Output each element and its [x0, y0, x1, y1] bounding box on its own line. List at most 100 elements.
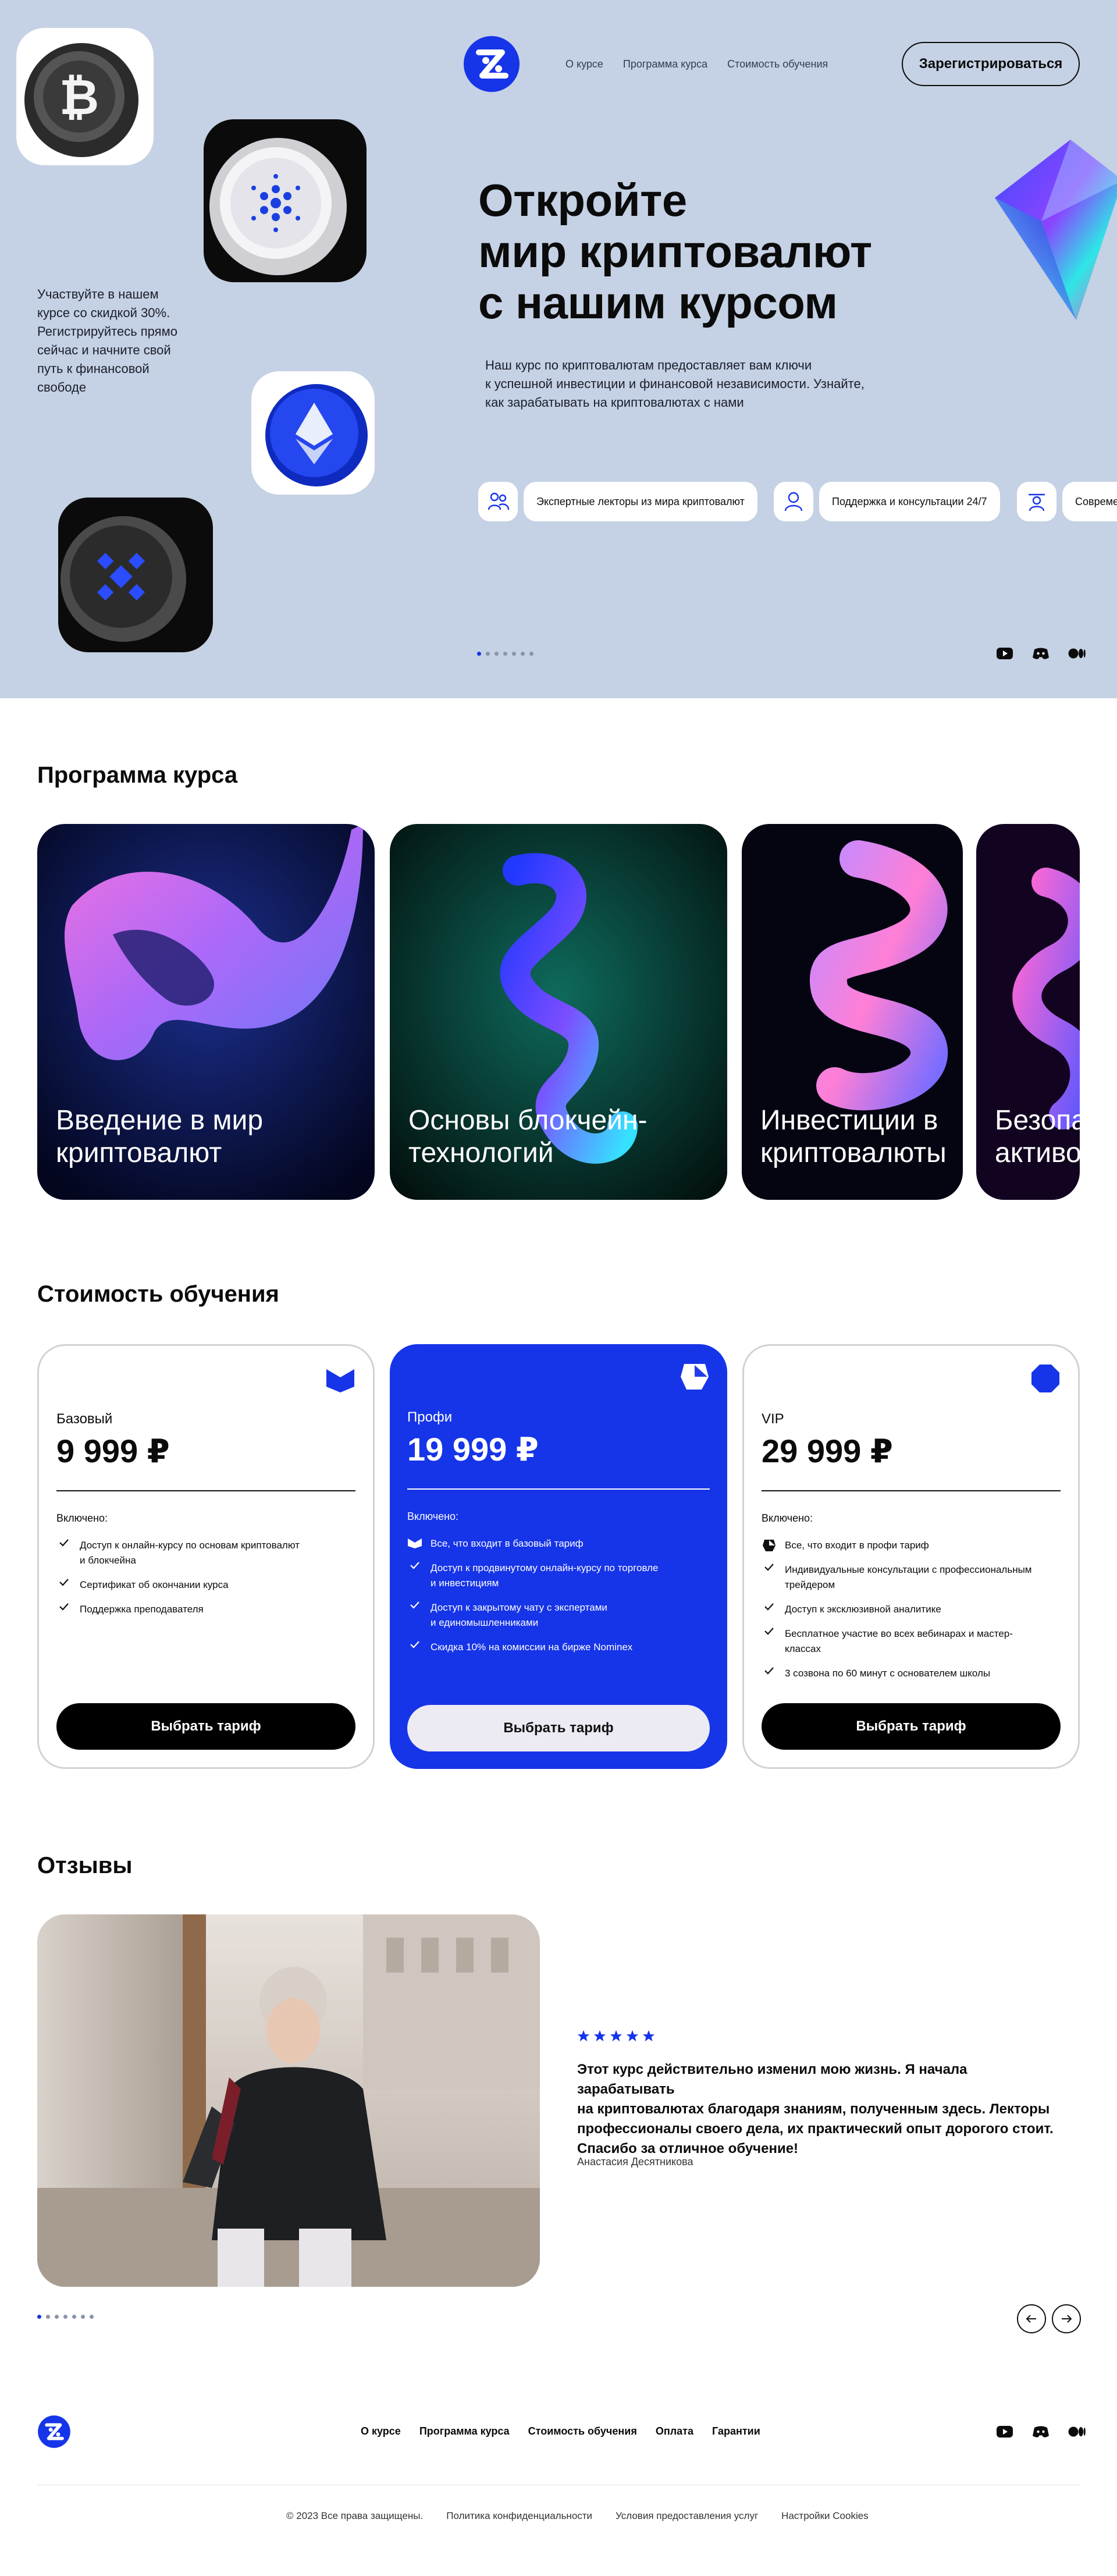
feature-chip-modern: Совреме	[1017, 482, 1117, 521]
footer-logo-icon[interactable]	[37, 2415, 71, 2449]
plan-feature-line: Доступ к онлайн-курсу по основам криптов…	[80, 1540, 300, 1551]
check-icon	[407, 1600, 422, 1630]
plan-feature: Доступ к продвинутому онлайн-курсу по то…	[407, 1561, 710, 1591]
plan-features: Все, что входит в профи тариф Индивидуал…	[762, 1538, 1061, 1690]
plan-feature: Доступ к онлайн-курсу по основам криптов…	[56, 1538, 355, 1568]
course-card-title-line: активо	[995, 1138, 1080, 1168]
course-card[interactable]: Инвестиции в криптовалюты	[742, 824, 963, 1200]
support-icon	[774, 482, 813, 521]
hero-subtitle-line: к успешной инвестиции и финансовой незав…	[485, 376, 865, 391]
plan-badge-icon	[326, 1369, 354, 1392]
hero-title-line: с нашим курсом	[478, 277, 838, 328]
nav-item-pricing[interactable]: Стоимость обучения	[727, 58, 828, 70]
course-card-title-line: криптовалюты	[760, 1138, 947, 1168]
price-card-pro: Профи 19 999 ₽ Включено: Все, что входит…	[390, 1344, 727, 1769]
plan-feature: Все, что входит в профи тариф	[762, 1538, 1061, 1553]
hero-subtitle-line: как зарабатывать на криптовалютах с нами	[485, 395, 744, 410]
footer-nav-guarantees[interactable]: Гарантии	[712, 2425, 760, 2438]
plan-feature-line: Все, что входит в профи тариф	[785, 1540, 929, 1551]
footer-nav-pricing[interactable]: Стоимость обучения	[528, 2425, 637, 2438]
course-card[interactable]: Безопа активо	[976, 824, 1080, 1200]
register-button[interactable]: Зарегистрироваться	[902, 42, 1080, 86]
prev-review-button[interactable]	[1017, 2304, 1046, 2333]
course-card-title-line: Основы блокчейн-	[408, 1105, 648, 1136]
divider	[407, 1488, 710, 1490]
copyright-text: © 2023 Все права защищены.	[286, 2510, 424, 2521]
check-icon	[762, 1626, 777, 1657]
footer-nav-about[interactable]: О курсе	[361, 2425, 401, 2438]
slider-dot[interactable]	[72, 2315, 76, 2319]
plan-feature: Сертификат об окончании курса	[56, 1577, 355, 1593]
plan-feature-line: трейдером	[785, 1579, 835, 1590]
choose-plan-button[interactable]: Выбрать тариф	[56, 1703, 355, 1750]
bitcoin-coin: ₿	[16, 28, 154, 165]
slider-dot[interactable]	[55, 2315, 59, 2319]
cookie-settings-link[interactable]: Настройки Cookies	[781, 2510, 869, 2522]
plan-feature: Индивидуальные консультации с профессион…	[762, 1562, 1061, 1593]
star-icon	[577, 2030, 590, 2042]
slider-dot[interactable]	[37, 2315, 41, 2319]
hero-slider-dots[interactable]	[477, 652, 533, 656]
included-label: Включено:	[762, 1512, 813, 1524]
plan-feature-line: Индивидуальные консультации с профессион…	[785, 1564, 1032, 1575]
discord-icon[interactable]	[1032, 2425, 1050, 2438]
nav-item-about[interactable]: О курсе	[565, 58, 603, 70]
next-review-button[interactable]	[1052, 2304, 1081, 2333]
privacy-policy-link[interactable]: Политика конфиденциальности	[446, 2510, 592, 2522]
plan-feature-line: 3 созвона по 60 минут с основателем школ…	[785, 1668, 991, 1679]
footer-nav-program[interactable]: Программа курса	[419, 2425, 510, 2438]
plan-feature-line: Доступ к продвинутому онлайн-курсу по то…	[431, 1562, 659, 1573]
youtube-icon[interactable]	[996, 2425, 1013, 2438]
feature-label: Экспертные лекторы из мира криптовалют	[524, 482, 757, 521]
medium-icon[interactable]	[1068, 647, 1086, 660]
hero-social-links	[996, 647, 1086, 660]
choose-plan-button[interactable]: Выбрать тариф	[762, 1703, 1061, 1750]
check-icon	[762, 1562, 777, 1593]
plan-name: VIP	[762, 1411, 784, 1427]
slider-dot[interactable]	[529, 652, 533, 656]
ethereum-coin	[251, 371, 375, 495]
slider-dot[interactable]	[495, 652, 499, 656]
slider-dot[interactable]	[486, 652, 490, 656]
plan-features: Доступ к онлайн-курсу по основам криптов…	[56, 1538, 355, 1626]
footer-legal: © 2023 Все права защищены. Политика конф…	[286, 2510, 869, 2522]
slider-dot[interactable]	[90, 2315, 94, 2319]
slider-dot[interactable]	[46, 2315, 50, 2319]
reviews-slider-dots[interactable]	[37, 2315, 94, 2319]
feature-label: Совреме	[1062, 482, 1117, 521]
slider-dot[interactable]	[503, 652, 507, 656]
medium-icon[interactable]	[1068, 2425, 1086, 2438]
plan-feature-line: Доступ к эксклюзивной аналитике	[785, 1604, 941, 1615]
plan-feature-line: и единомышленниками	[431, 1617, 539, 1628]
divider	[762, 1490, 1061, 1491]
slider-dot[interactable]	[81, 2315, 85, 2319]
slider-dot[interactable]	[512, 652, 516, 656]
plan-name: Профи	[407, 1409, 453, 1425]
star-icon	[642, 2030, 655, 2042]
check-icon	[407, 1640, 422, 1655]
slider-dot[interactable]	[521, 652, 525, 656]
slider-dot[interactable]	[63, 2315, 67, 2319]
star-icon	[593, 2030, 606, 2042]
nav-item-program[interactable]: Программа курса	[623, 58, 707, 70]
discount-line: сейчас и начните свой	[37, 343, 171, 357]
course-card[interactable]: Основы блокчейн- технологий	[390, 824, 727, 1200]
discord-icon[interactable]	[1032, 647, 1050, 660]
plan-name: Базовый	[56, 1411, 113, 1427]
logo-icon[interactable]	[463, 35, 521, 93]
footer-social-links	[996, 2425, 1086, 2438]
review-text-line: Этот курс действительно изменил мою жизн…	[577, 2062, 967, 2097]
choose-plan-button[interactable]: Выбрать тариф	[407, 1705, 710, 1751]
footer-nav-payment[interactable]: Оплата	[656, 2425, 693, 2438]
check-icon	[762, 1666, 777, 1681]
slider-dot[interactable]	[477, 652, 481, 656]
plan-feature-line: Бесплатное участие во всех вебинарах и м…	[785, 1628, 1013, 1639]
youtube-icon[interactable]	[996, 647, 1013, 660]
course-card[interactable]: Введение в мир криптовалют	[37, 824, 375, 1200]
terms-link[interactable]: Условия предоставления услуг	[616, 2510, 758, 2522]
course-card-title-line: криптовалют	[56, 1138, 222, 1168]
discount-line: Участвуйте в нашем	[37, 287, 159, 301]
plan-badge-icon	[681, 1364, 709, 1390]
star-icon	[626, 2030, 639, 2042]
course-card-title: Введение в мир криптовалют	[56, 1104, 263, 1170]
